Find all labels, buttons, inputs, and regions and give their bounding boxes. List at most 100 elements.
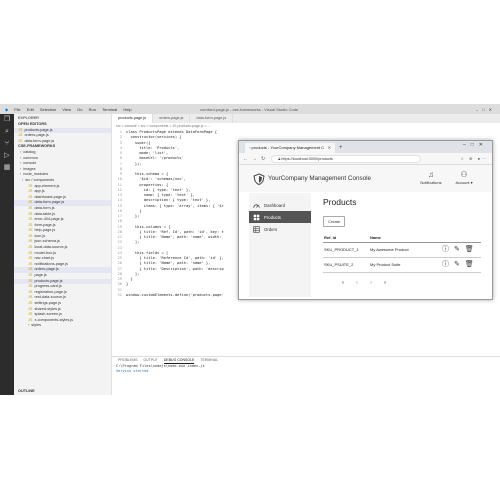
- menu-terminal[interactable]: Terminal: [102, 107, 117, 112]
- browser-tab[interactable]: ▫ products - YourCompany Management C ✕: [245, 143, 335, 153]
- browser-window-controls[interactable]: –□✕: [463, 142, 488, 148]
- trash-icon[interactable]: 🗑︎: [465, 246, 474, 254]
- run-debug-icon[interactable]: ▷: [0, 150, 14, 162]
- info-icon[interactable]: ⓘ: [442, 261, 449, 269]
- last-page-icon[interactable]: »: [381, 280, 389, 287]
- window-controls[interactable]: –□✕: [476, 107, 496, 112]
- js-file-icon: JS: [28, 256, 33, 261]
- js-file-icon: JS: [18, 133, 23, 138]
- table-row[interactable]: SKU_PRODUCT_1 My Awesome Product ⓘ ✎ 🗑︎: [323, 242, 481, 258]
- window-title: cornford-page.js - cse-frameworks - Visu…: [200, 106, 299, 112]
- menu-go[interactable]: Go: [77, 107, 82, 112]
- terminal-line: Service started: [116, 369, 149, 373]
- js-file-icon: JS: [28, 222, 33, 227]
- column-header-actions: [441, 234, 481, 243]
- menu-help[interactable]: Help: [123, 107, 131, 112]
- menu-file[interactable]: File: [14, 107, 20, 112]
- account-button[interactable]: ⚇ Account ▾: [451, 170, 477, 185]
- user-icon: ⚇: [460, 170, 468, 179]
- url-text: https://localhost:3000/products: [281, 156, 333, 161]
- table-row[interactable]: SKU_PSUITE_2 My Product Suite ⓘ ✎ 🗑︎: [323, 257, 481, 273]
- tab-output[interactable]: OUTPUT: [143, 357, 157, 364]
- chevron-right-icon: ›: [20, 166, 22, 171]
- js-file-icon: JS: [28, 217, 33, 222]
- new-tab-icon[interactable]: +: [339, 143, 343, 153]
- js-file-icon: JS: [28, 250, 33, 255]
- menu-run[interactable]: Run: [89, 107, 96, 112]
- sidebar-item-dashboard[interactable]: Dashboard: [249, 199, 311, 211]
- close-tab-icon[interactable]: ✕: [328, 143, 331, 153]
- breadcrumb[interactable]: src > console > src > components > JS pr…: [112, 123, 500, 130]
- menu-selection[interactable]: Selection: [40, 107, 56, 112]
- js-file-icon: JS: [18, 138, 23, 143]
- notifications-button[interactable]: ♫ Notifications: [419, 170, 443, 185]
- browser-tab-bar: ▫ products - YourCompany Management C ✕ …: [239, 141, 492, 153]
- chevron-right-icon: ›: [22, 177, 24, 182]
- column-header-name[interactable]: Name: [369, 234, 441, 243]
- sidebar-item-orders[interactable]: Orders: [249, 223, 311, 235]
- brand-title: YourCompany Management Console: [268, 175, 372, 182]
- tab-terminal[interactable]: TERMINAL: [200, 357, 218, 364]
- js-file-icon: JS: [28, 295, 33, 300]
- js-file-icon: JS: [28, 261, 33, 266]
- brand[interactable]: YourCompany Management Console: [253, 172, 372, 185]
- js-file-icon: JS: [28, 267, 33, 272]
- create-button[interactable]: Create: [323, 216, 346, 227]
- tab-problems[interactable]: PROBLEMS: [118, 357, 137, 364]
- line-number: 32: [117, 292, 122, 297]
- js-file-icon: JS: [28, 245, 33, 250]
- menu-edit[interactable]: Edit: [27, 107, 34, 112]
- app-sidebar: Dashboard Products Orders: [249, 193, 311, 297]
- forward-icon[interactable]: →: [252, 156, 257, 162]
- cell-ref-id: SKU_PRODUCT_1: [323, 242, 369, 258]
- js-file-icon: JS: [28, 312, 33, 317]
- next-page-icon[interactable]: ›: [367, 280, 375, 287]
- js-file-icon: JS: [28, 289, 33, 294]
- trash-icon[interactable]: 🗑︎: [465, 261, 474, 269]
- vscode-logo-icon: ◆: [5, 106, 9, 112]
- files-icon[interactable]: ❐: [0, 114, 14, 126]
- tab-products-page[interactable]: products-page.js: [112, 114, 154, 123]
- outline-section[interactable]: OUTLINE: [14, 389, 35, 395]
- page-title: Products: [323, 197, 357, 207]
- tab-debug-console[interactable]: DEBUG CONSOLE: [163, 357, 195, 364]
- tab-orders-page[interactable]: orders-page.js: [153, 114, 191, 123]
- chevron-down-icon: ▾: [470, 180, 473, 185]
- sidebar-item-label: Orders: [264, 226, 278, 232]
- browser-toolbar-icons[interactable]: ☆ ⊕ ●⋯: [460, 156, 488, 161]
- panel-tabs: PROBLEMS OUTPUT DEBUG CONSOLE TERMINAL: [112, 357, 500, 364]
- row-actions: ⓘ ✎ 🗑︎: [441, 257, 481, 273]
- back-icon[interactable]: ←: [243, 156, 248, 162]
- source-control-icon[interactable]: ⑂: [0, 138, 14, 150]
- chevron-right-icon: ›: [20, 172, 22, 177]
- js-file-icon: JS: [28, 211, 33, 216]
- tab-data-form-page[interactable]: data-form-page.js: [190, 114, 234, 123]
- extensions-icon[interactable]: ▦: [0, 162, 14, 174]
- vscode-title-bar: ◆ File Edit Selection View Go Run Termin…: [0, 104, 500, 114]
- chevron-right-icon: ›: [28, 323, 30, 328]
- cell-name: My Awesome Product: [369, 242, 441, 258]
- sidebar-item-products[interactable]: Products: [249, 211, 311, 223]
- editor-tabs: products-page.js orders-page.js data-for…: [112, 114, 500, 123]
- dashboard-icon: [253, 203, 260, 208]
- info-icon[interactable]: ⓘ: [442, 246, 449, 254]
- reload-icon[interactable]: ↻: [261, 156, 265, 162]
- prev-page-icon[interactable]: ‹: [353, 280, 361, 287]
- app-body: Dashboard Products Orders Products Creat…: [239, 193, 492, 300]
- products-icon: [253, 214, 260, 220]
- address-bar[interactable]: 🔒︎ https://localhost:3000/products: [271, 154, 422, 163]
- edit-pencil-icon[interactable]: ✎: [454, 261, 460, 269]
- file-tree-item[interactable]: › styles: [14, 323, 111, 329]
- menu-view[interactable]: View: [62, 107, 71, 112]
- app-header: YourCompany Management Console ♫ Notific…: [239, 165, 492, 192]
- terminal-panel: PROBLEMS OUTPUT DEBUG CONSOLE TERMINAL C…: [112, 356, 500, 395]
- js-file-icon: JS: [18, 127, 23, 132]
- column-header-ref-id[interactable]: Ref. Id: [323, 234, 369, 243]
- explorer-panel: EXPLORER OPEN EDITORS JS products-page.js…: [14, 114, 112, 395]
- edit-pencil-icon[interactable]: ✎: [454, 246, 460, 254]
- search-icon[interactable]: ⌕: [0, 126, 14, 138]
- js-file-icon: JS: [28, 306, 33, 311]
- address-bar-row: ← → ↻ 🔒︎ https://localhost:3000/products…: [239, 153, 492, 165]
- first-page-icon[interactable]: «: [339, 280, 347, 287]
- js-file-icon: JS: [28, 194, 33, 199]
